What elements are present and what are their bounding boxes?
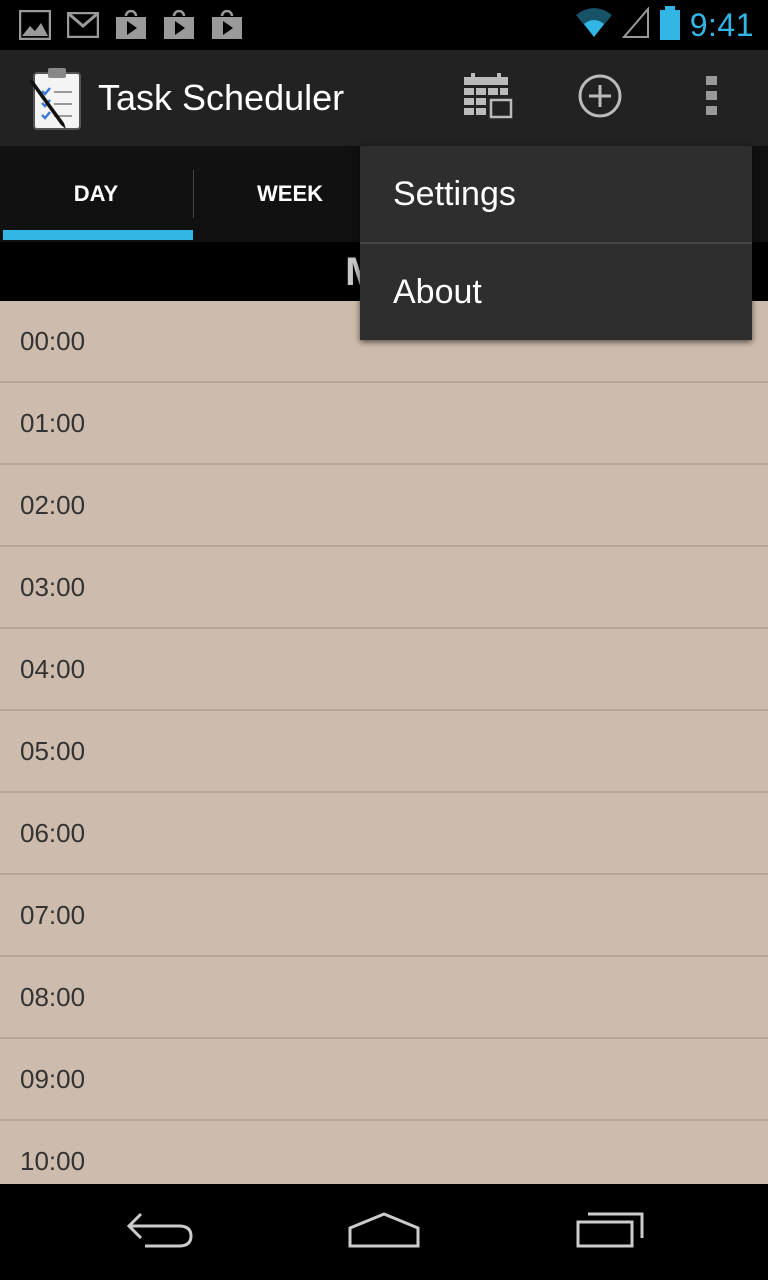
system-status: 9:41 <box>574 5 768 45</box>
hour-row[interactable]: 05:00 <box>0 711 768 793</box>
overflow-menu-icon <box>705 75 719 122</box>
status-bar: 9:41 <box>0 0 768 50</box>
play-store-icon <box>114 10 148 40</box>
action-bar: Task Scheduler <box>0 50 768 146</box>
overflow-menu: Settings About <box>360 146 752 340</box>
hour-row[interactable]: 10:00 <box>0 1121 768 1184</box>
selected-tab-indicator <box>3 230 193 240</box>
hour-list[interactable]: 00:00 01:00 02:00 03:00 04:00 05:00 06:0… <box>0 301 768 1184</box>
hour-row[interactable]: 09:00 <box>0 1039 768 1121</box>
overflow-menu-button[interactable] <box>664 50 760 146</box>
tab-day[interactable]: DAY <box>0 146 192 242</box>
home-button[interactable] <box>314 1184 454 1280</box>
battery-icon <box>658 5 682 45</box>
hour-row[interactable]: 03:00 <box>0 547 768 629</box>
menu-item-settings[interactable]: Settings <box>360 146 752 242</box>
hour-row[interactable]: 04:00 <box>0 629 768 711</box>
clock: 9:41 <box>689 6 754 43</box>
add-icon <box>577 73 623 124</box>
add-task-button[interactable] <box>552 50 648 146</box>
play-store-icon <box>210 10 244 40</box>
back-button[interactable] <box>90 1184 230 1280</box>
recent-apps-icon <box>574 1210 646 1255</box>
tab-week[interactable]: WEEK <box>194 146 386 242</box>
home-icon <box>346 1210 422 1255</box>
hour-row[interactable]: 08:00 <box>0 957 768 1039</box>
signal-icon <box>621 5 650 44</box>
play-store-icon <box>162 10 196 40</box>
gmail-icon <box>66 10 100 40</box>
calendar-button[interactable] <box>440 50 536 146</box>
hour-row[interactable]: 02:00 <box>0 465 768 547</box>
back-icon <box>125 1210 195 1255</box>
notification-icons <box>0 10 244 40</box>
app-icon[interactable] <box>26 65 88 131</box>
menu-item-about[interactable]: About <box>360 244 752 340</box>
app-title: Task Scheduler <box>98 77 345 118</box>
hour-row[interactable]: 06:00 <box>0 793 768 875</box>
wifi-icon <box>574 7 614 44</box>
hour-row[interactable]: 01:00 <box>0 383 768 465</box>
recent-apps-button[interactable] <box>540 1184 680 1280</box>
hour-row[interactable]: 07:00 <box>0 875 768 957</box>
gallery-icon <box>18 10 52 40</box>
navigation-bar <box>0 1184 768 1280</box>
calendar-icon <box>463 72 513 124</box>
